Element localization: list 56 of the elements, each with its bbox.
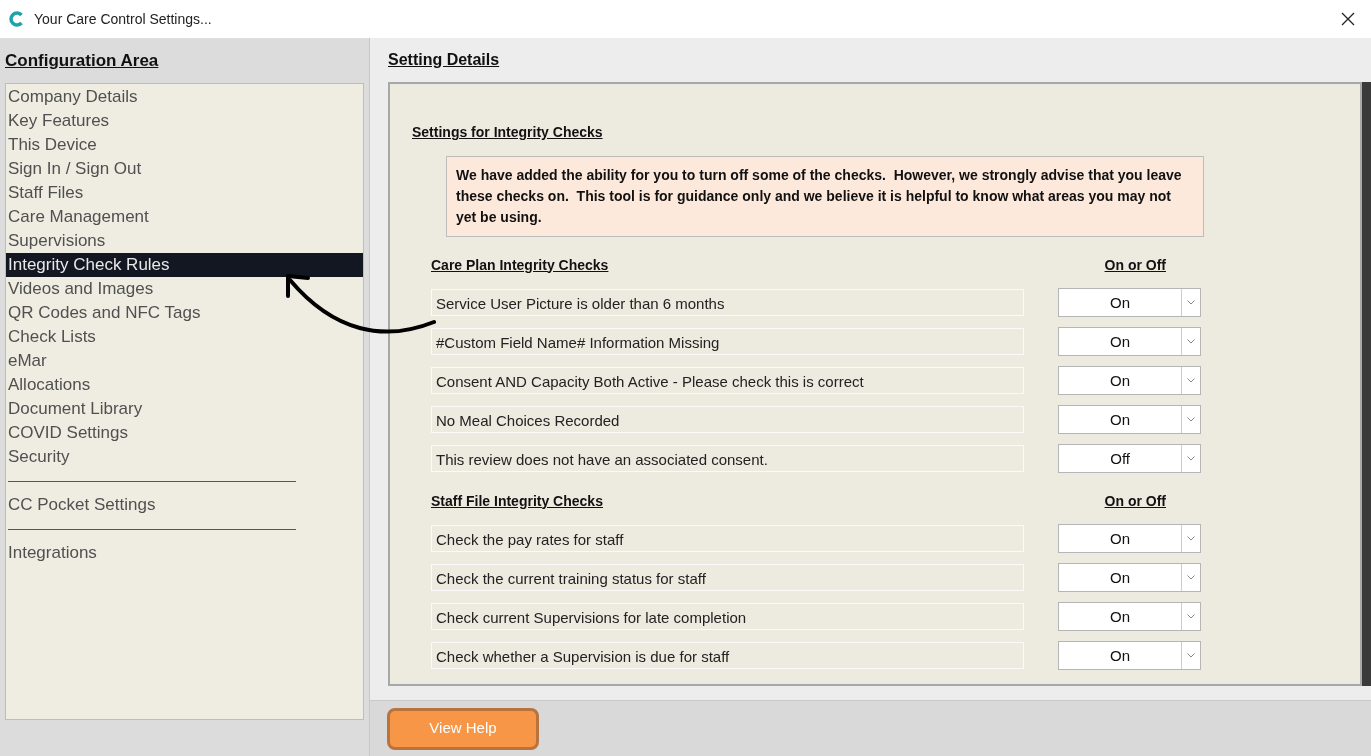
on-off-dropdown[interactable]: On	[1058, 563, 1201, 592]
list-item[interactable]: Check Lists	[6, 325, 363, 349]
list-item[interactable]: Care Management	[6, 205, 363, 229]
list-item[interactable]: This Device	[6, 133, 363, 157]
close-icon[interactable]	[1341, 12, 1355, 26]
scrollbar[interactable]	[1362, 82, 1371, 686]
on-off-dropdown[interactable]: On	[1058, 366, 1201, 395]
chevron-down-icon	[1187, 300, 1195, 305]
check-label: No Meal Choices Recorded	[431, 406, 1025, 433]
check-label: Check current Supervisions for late completion	[431, 603, 1025, 630]
check-label: Check the pay rates for staff	[431, 525, 1025, 552]
on-off-dropdown[interactable]: On	[1058, 405, 1201, 434]
chevron-down-icon	[1187, 456, 1195, 461]
check-label: #Custom Field Name# Information Missing	[431, 328, 1025, 355]
column-heading: On or Off	[1104, 255, 1166, 275]
check-label: Check whether a Supervision is due for staff	[431, 642, 1025, 669]
chevron-down-icon	[1187, 653, 1195, 658]
section-title: Care Plan Integrity Checks	[431, 255, 609, 275]
list-item[interactable]: Document Library	[6, 397, 363, 421]
chevron-down-icon	[1187, 378, 1195, 383]
section-title: Staff File Integrity Checks	[431, 491, 603, 511]
on-off-dropdown[interactable]: Off	[1058, 444, 1201, 473]
section-title: Settings for Integrity Checks	[412, 123, 603, 142]
check-label: This review does not have an associated consent.	[431, 445, 1025, 472]
list-item[interactable]: COVID Settings	[6, 421, 363, 445]
list-item[interactable]: eMar	[6, 349, 363, 373]
list-item[interactable]: Allocations	[6, 373, 363, 397]
check-label: Consent AND Capacity Both Active - Please check this is correct	[431, 367, 1025, 394]
chevron-down-icon	[1187, 575, 1195, 580]
list-item[interactable]: Sign In / Sign Out	[6, 157, 363, 181]
on-off-dropdown[interactable]: On	[1058, 641, 1201, 670]
chevron-down-icon	[1187, 614, 1195, 619]
panel-heading: Setting Details	[388, 50, 500, 70]
list-item[interactable]: Integrations	[6, 541, 363, 565]
list-item[interactable]: Company Details	[6, 85, 363, 109]
list-item[interactable]: CC Pocket Settings	[6, 493, 363, 517]
list-item[interactable]: Videos and Images	[6, 277, 363, 301]
chevron-down-icon	[1187, 536, 1195, 541]
notice-box: We have added the ability for you to turn off some of the checks. However, we strongly advise that you leave these checks on. This tool is for guidance only and we believe it is helpful to know what areas you may not yet be using.	[446, 156, 1204, 237]
list-item[interactable]: Supervisions	[6, 229, 363, 253]
list-item[interactable]: Staff Files	[6, 181, 363, 205]
chevron-down-icon	[1187, 339, 1195, 344]
list-item[interactable]: Security	[6, 445, 363, 469]
on-off-dropdown[interactable]: On	[1058, 327, 1201, 356]
column-heading: On or Off	[1104, 491, 1166, 511]
on-off-dropdown[interactable]: On	[1058, 524, 1201, 553]
list-item[interactable]: QR Codes and NFC Tags	[6, 301, 363, 325]
window-title: Your Care Control Settings...	[34, 9, 212, 29]
on-off-dropdown[interactable]: On	[1058, 288, 1201, 317]
chevron-down-icon	[1187, 417, 1195, 422]
check-label: Check the current training status for staff	[431, 564, 1025, 591]
check-label: Service User Picture is older than 6 months	[431, 289, 1025, 316]
list-item[interactable]: Integrity Check Rules	[6, 253, 363, 277]
panel-heading: Configuration Area	[5, 49, 159, 72]
list-item[interactable]: Key Features	[6, 109, 363, 133]
on-off-dropdown[interactable]: On	[1058, 602, 1201, 631]
